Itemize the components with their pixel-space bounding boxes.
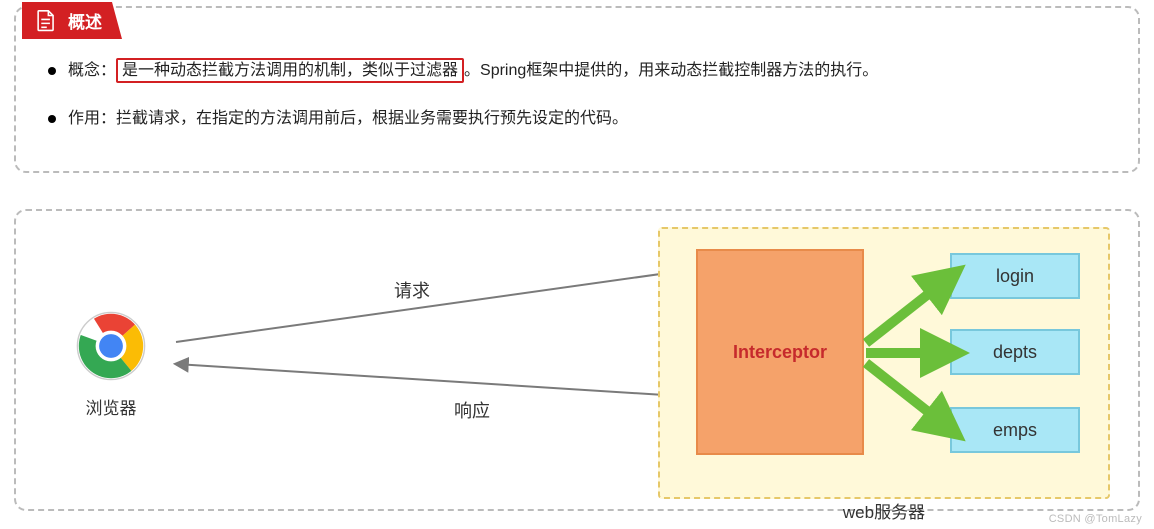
web-server-box: Interceptor login depts emps web服务器 xyxy=(658,227,1110,499)
endpoint-depts-label: depts xyxy=(993,342,1037,363)
bullet-list: 概念：是一种动态拦截方法调用的机制，类似于过滤器。Spring框架中提供的，用来… xyxy=(40,58,1114,131)
watermark: CSDN @TomLazy xyxy=(1049,513,1142,525)
request-label: 请求 xyxy=(394,277,430,303)
chrome-icon xyxy=(76,368,146,385)
interceptor-box: Interceptor xyxy=(696,249,864,455)
bullet-concept-prefix: 概念： xyxy=(68,62,116,79)
endpoint-emps-label: emps xyxy=(993,420,1037,441)
overview-panel: 概述 概念：是一种动态拦截方法调用的机制，类似于过滤器。Spring框架中提供的… xyxy=(14,6,1140,173)
response-label: 响应 xyxy=(454,397,490,423)
interceptor-arrows xyxy=(860,247,970,467)
browser-label: 浏览器 xyxy=(76,394,146,419)
bullet-purpose: 作用：拦截请求，在指定的方法调用前后，根据业务需要执行预先设定的代码。 xyxy=(40,106,1114,132)
document-icon xyxy=(36,10,56,32)
web-server-label: web服务器 xyxy=(843,498,925,523)
bullet-concept: 概念：是一种动态拦截方法调用的机制，类似于过滤器。Spring框架中提供的，用来… xyxy=(40,58,1114,84)
diagram-panel: 浏览器 请求 响应 Interceptor login depts emps xyxy=(14,209,1140,511)
panel-title: 概述 xyxy=(68,8,102,33)
browser-node: 浏览器 xyxy=(76,311,146,419)
request-response-arrows xyxy=(166,257,706,427)
endpoint-login-label: login xyxy=(996,266,1034,287)
bullet-concept-highlight: 是一种动态拦截方法调用的机制，类似于过滤器 xyxy=(116,58,464,83)
bullet-concept-suffix: 。Spring框架中提供的，用来动态拦截控制器方法的执行。 xyxy=(464,62,878,79)
panel-header: 概述 xyxy=(22,2,122,39)
interceptor-label: Interceptor xyxy=(733,342,827,363)
